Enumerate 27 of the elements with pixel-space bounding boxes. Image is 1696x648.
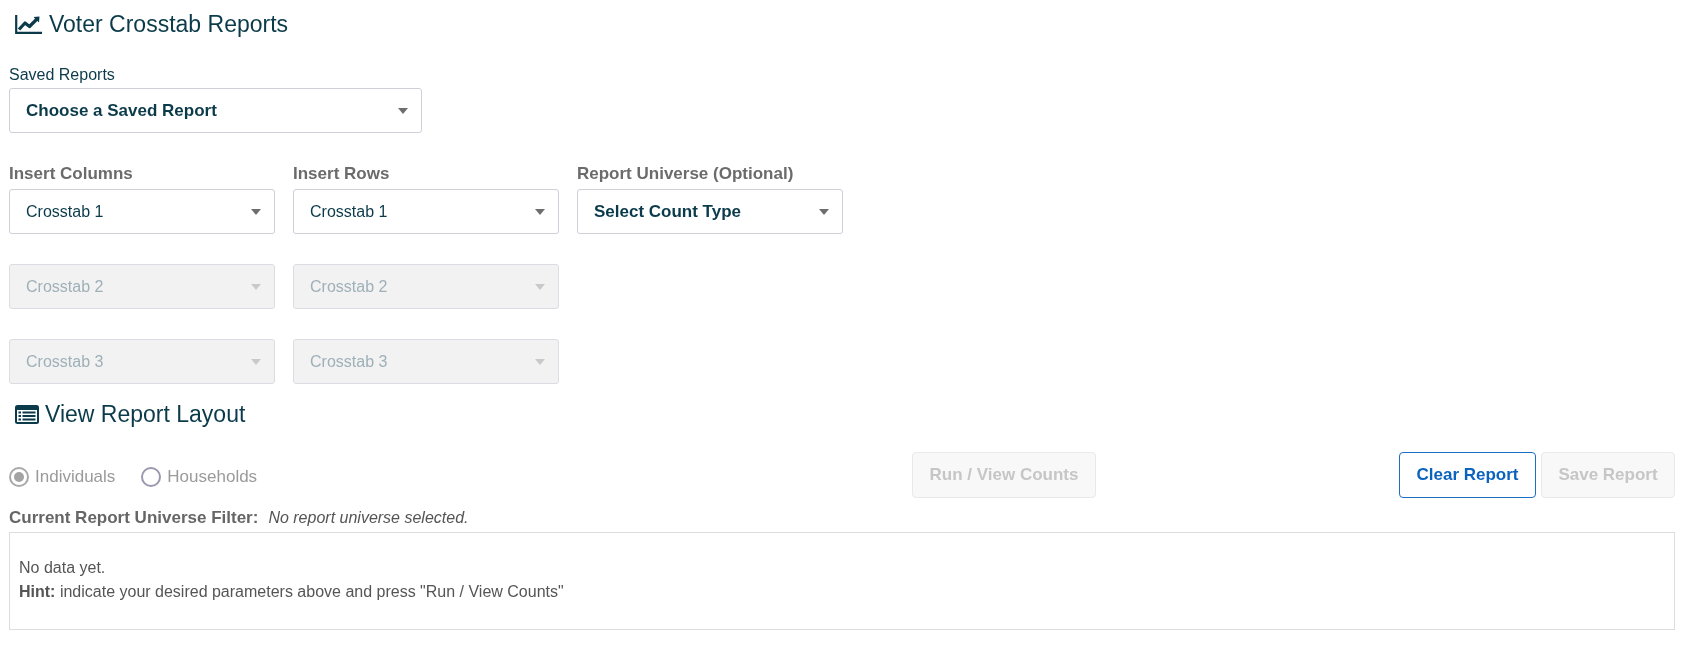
list-icon <box>15 404 39 424</box>
crosstab-select[interactable]: Crosstab 1 <box>293 189 559 234</box>
caret-icon <box>398 107 408 114</box>
section-title: View Report Layout <box>45 400 246 428</box>
field-label: Insert Columns <box>9 164 133 184</box>
page-title: Voter Crosstab Reports <box>49 10 289 38</box>
caret-icon <box>535 283 545 290</box>
hint-text: Hint: indicate your desired parameters above and press "Run / View Counts" <box>19 582 564 602</box>
caret-icon <box>251 208 261 215</box>
caret-icon <box>535 358 545 365</box>
saved-reports-label: Saved Reports <box>9 65 115 85</box>
saved-report-select[interactable]: Choose a Saved Report <box>9 88 422 133</box>
caret-icon <box>251 283 261 290</box>
caret-icon <box>819 208 829 215</box>
filter-value: No report universe selected. <box>268 508 469 528</box>
field-label: Insert Rows <box>293 164 390 184</box>
caret-icon <box>535 208 545 215</box>
no-data-message: No data yet. <box>19 558 106 578</box>
count-type-select[interactable]: Select Count Type <box>577 189 843 234</box>
count-type-radio[interactable]: Households <box>141 465 258 489</box>
crosstab-select[interactable]: Crosstab 1 <box>9 189 275 234</box>
line-chart-icon <box>15 14 42 34</box>
field-label: Report Universe (Optional) <box>577 164 794 184</box>
filter-label: Current Report Universe Filter: <box>9 507 259 530</box>
caret-icon <box>251 358 261 365</box>
count-type-radio[interactable]: Individuals <box>9 465 116 489</box>
report-action-button[interactable]: Clear Report <box>1399 452 1536 498</box>
